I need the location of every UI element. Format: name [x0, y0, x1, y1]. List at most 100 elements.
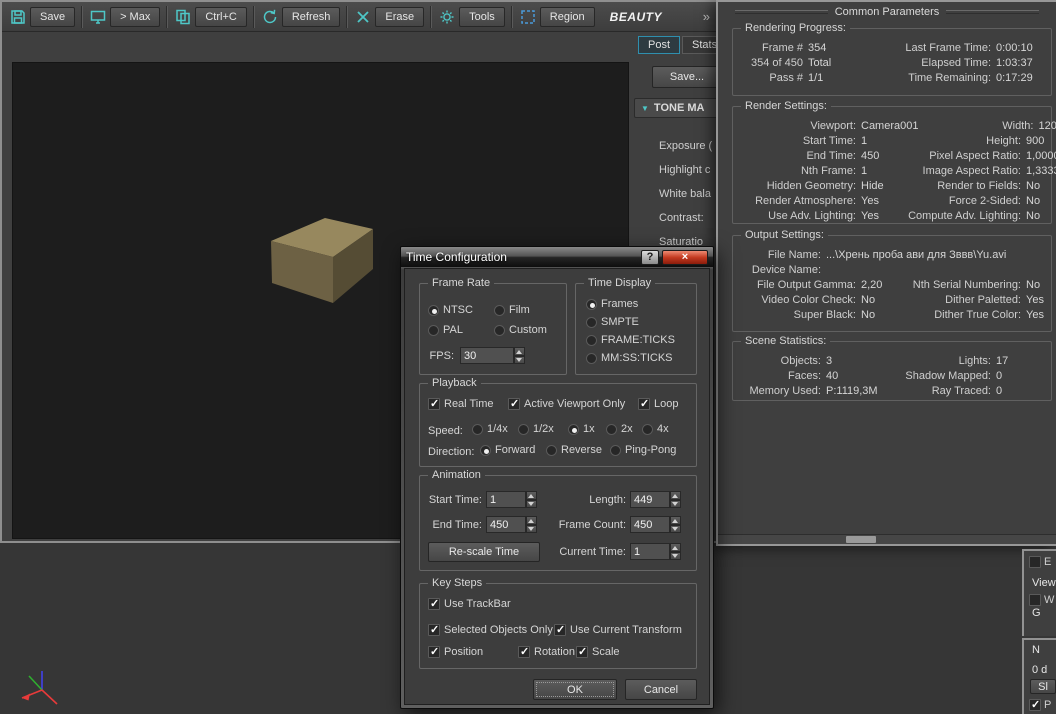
param-value: Total [808, 56, 831, 71]
param-label: File Output Gamma: [741, 278, 856, 293]
checkbox-selected-objects-only[interactable]: Selected Objects Only [428, 624, 553, 636]
toolbar-copy-button[interactable]: Ctrl+C [171, 7, 249, 27]
param-label: Device Name: [741, 263, 821, 278]
cancel-button[interactable]: Cancel [625, 679, 697, 700]
param-label: Objects: [741, 354, 821, 369]
vfb-save-button[interactable]: Save... [652, 66, 717, 88]
end-time-input[interactable] [486, 516, 526, 533]
param-label: Video Color Check: [741, 293, 856, 308]
checkbox-label: P [1044, 699, 1051, 711]
dialog-title: Time Configuration [406, 250, 638, 264]
radio-speed-quarter[interactable]: 1/4x [472, 423, 508, 435]
table-row: File Output Gamma:2,20 Nth Serial Number… [741, 278, 1051, 293]
checkbox-use-trackbar[interactable]: Use TrackBar [428, 598, 511, 610]
checkbox-active-viewport-only[interactable]: Active Viewport Only [508, 398, 625, 410]
current-time-spinner[interactable] [670, 543, 681, 560]
param-label: Elapsed Time: [891, 56, 991, 71]
checkbox-real-time[interactable]: Real Time [428, 398, 494, 410]
tools-icon [438, 8, 456, 26]
radio-direction-forward[interactable]: Forward [480, 444, 535, 456]
radio-frames[interactable]: Frames [586, 298, 638, 310]
fragment-checkbox-row[interactable]: W [1024, 592, 1056, 607]
fragment-button[interactable]: Sl [1030, 679, 1056, 694]
tab-post[interactable]: Post [638, 36, 680, 54]
ok-button[interactable]: OK [533, 679, 617, 700]
fragment-checkbox-row[interactable]: P [1024, 697, 1056, 712]
tab-stats[interactable]: Stats [682, 36, 717, 54]
checkbox-scale[interactable]: Scale [576, 646, 620, 658]
start-time-input[interactable] [486, 491, 526, 508]
radio-speed-4x[interactable]: 4x [642, 423, 669, 435]
param-label: Compute Adv. Lighting: [906, 209, 1021, 224]
current-time-input[interactable] [630, 543, 670, 560]
toolbar-tools-button[interactable]: Tools [435, 7, 508, 27]
time-display-group: Time Display Frames SMPTE FRAME:TICKS MM… [575, 283, 697, 375]
table-row: Render Atmosphere:Yes Force 2-Sided:No [741, 194, 1051, 209]
tone-mapping-rollout[interactable]: ▼ TONE MA [634, 98, 717, 118]
start-time-spinner[interactable] [526, 491, 537, 508]
checkbox-use-current-transform[interactable]: Use Current Transform [554, 624, 682, 636]
radio-direction-ping-pong[interactable]: Ping-Pong [610, 444, 676, 456]
toolbar-overflow-chevron[interactable]: » [703, 9, 713, 24]
checkbox-icon [1029, 699, 1041, 711]
radio-speed-2x[interactable]: 2x [606, 423, 633, 435]
dialog-close-button[interactable]: × [662, 250, 708, 265]
fragment-rollout-label[interactable]: N [1024, 644, 1056, 656]
render-setup-fragment-lower: N 0 d Sl P [1022, 638, 1056, 714]
rollout-header-common-parameters[interactable]: Common Parameters [728, 6, 1046, 18]
rescale-time-button[interactable]: Re-scale Time [428, 542, 540, 562]
param-value: Yes [861, 209, 879, 224]
param-label: File Name: [741, 248, 821, 263]
param-value: Hide [861, 179, 884, 194]
radio-direction-reverse[interactable]: Reverse [546, 444, 602, 456]
param-label: Shadow Mapped: [891, 369, 991, 384]
toolbar-separator [81, 6, 83, 28]
axis-tripod-icon [12, 666, 66, 712]
frame-count-spinner[interactable] [670, 516, 681, 533]
scrollbar-thumb[interactable] [846, 536, 876, 543]
length-input[interactable] [630, 491, 670, 508]
frame-count-input[interactable] [630, 516, 670, 533]
param-label: Width: [918, 119, 1033, 134]
param-value: No [1026, 278, 1040, 293]
checkbox-icon [554, 624, 566, 636]
radio-custom[interactable]: Custom [494, 324, 547, 336]
fps-input[interactable] [460, 347, 514, 364]
toolbar-erase-button[interactable]: Erase [351, 7, 427, 27]
end-time-spinner[interactable] [526, 516, 537, 533]
toolbar-refresh-button[interactable]: Refresh [258, 7, 344, 27]
radio-speed-1x[interactable]: 1x [568, 423, 595, 435]
radio-icon [428, 325, 439, 336]
dialog-titlebar[interactable]: Time Configuration ? × [401, 247, 713, 267]
radio-pal[interactable]: PAL [428, 324, 463, 336]
param-label: Render Atmosphere: [741, 194, 856, 209]
radio-film[interactable]: Film [494, 304, 530, 316]
fragment-group-label: Viewp [1024, 577, 1056, 589]
checkbox-icon [428, 624, 440, 636]
radio-label: 4x [657, 423, 669, 435]
param-label: Render to Fields: [906, 179, 1021, 194]
param-label: Dither Paletted: [906, 293, 1021, 308]
radio-frame-ticks[interactable]: FRAME:TICKS [586, 334, 675, 346]
toolbar-save-button[interactable]: Save [6, 7, 78, 27]
radio-smpte[interactable]: SMPTE [586, 316, 639, 328]
radio-ntsc[interactable]: NTSC [428, 304, 473, 316]
section-label: Render Settings: [741, 100, 831, 112]
param-value: 0:00:10 [996, 41, 1033, 56]
dialog-help-button[interactable]: ? [641, 250, 659, 265]
checkbox-loop[interactable]: Loop [638, 398, 678, 410]
param-value: Yes [1026, 308, 1044, 323]
radio-icon [586, 317, 597, 328]
radio-speed-half[interactable]: 1/2x [518, 423, 554, 435]
param-label: Exposure ( [659, 134, 712, 158]
checkbox-rotation[interactable]: Rotation [518, 646, 575, 658]
toolbar-max-button[interactable]: > Max [86, 7, 163, 27]
checkbox-position[interactable]: Position [428, 646, 483, 658]
length-spinner[interactable] [670, 491, 681, 508]
fragment-checkbox-row[interactable]: E [1024, 554, 1056, 569]
toolbar-region-button[interactable]: Region [516, 7, 598, 27]
horizontal-scrollbar[interactable] [718, 534, 1056, 544]
radio-label: 1/4x [487, 423, 508, 435]
radio-mm-ss-ticks[interactable]: MM:SS:TICKS [586, 352, 673, 364]
fps-spinner[interactable] [514, 347, 525, 364]
